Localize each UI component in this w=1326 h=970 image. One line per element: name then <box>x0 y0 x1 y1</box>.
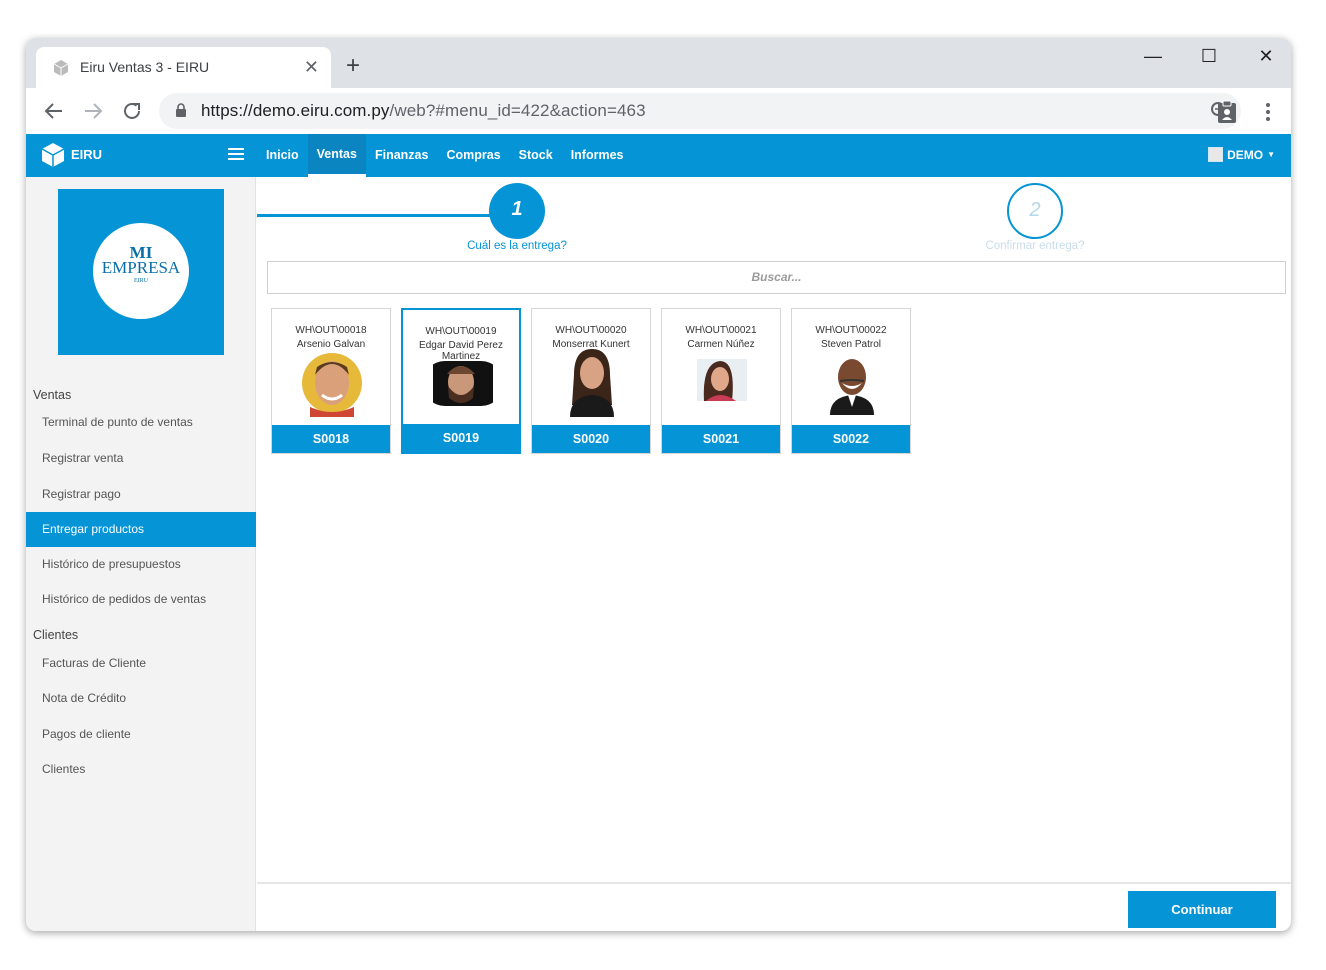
delivery-card[interactable]: WH\OUT\00018 Arsenio Galvan S0018 <box>271 308 391 454</box>
address-bar[interactable]: https://demo.eiru.com.py/web?#menu_id=42… <box>159 93 1241 129</box>
wizard-step-1[interactable]: 1 <box>489 183 545 239</box>
reload-icon[interactable] <box>120 99 144 123</box>
lock-icon <box>176 103 186 117</box>
browser-tab[interactable]: Eiru Ventas 3 - EIRU ✕ <box>36 47 331 88</box>
minimize-button[interactable]: — <box>1133 46 1173 66</box>
section-clientes-title: Clientes <box>33 628 79 642</box>
caret-down-icon: ▼ <box>1267 150 1275 159</box>
delivery-card[interactable]: WH\OUT\00020 Monserrat Kunert S0020 <box>531 308 651 454</box>
new-tab-button[interactable]: + <box>346 54 360 78</box>
wizard-progress-line <box>257 214 497 217</box>
nav-finanzas[interactable]: Finanzas <box>366 134 438 177</box>
tab-title: Eiru Ventas 3 - EIRU <box>80 59 210 75</box>
footer-divider <box>257 882 1291 884</box>
company-logo: MI EMPRESA EIRU <box>58 189 224 355</box>
card-order-number: S0022 <box>792 425 910 453</box>
browser-toolbar: https://demo.eiru.com.py/web?#menu_id=42… <box>26 88 1291 134</box>
hamburger-icon[interactable] <box>228 147 244 161</box>
avatar <box>1208 147 1224 162</box>
eiru-logo-icon <box>41 143 65 167</box>
partner-photo <box>433 361 493 406</box>
company-logo-line2: EMPRESA <box>101 258 181 277</box>
close-window-button[interactable]: ✕ <box>1246 46 1286 66</box>
company-logo-line3: EIRU <box>134 278 148 284</box>
url-text: https://demo.eiru.com.py/web?#menu_id=42… <box>201 101 646 120</box>
maximize-button[interactable]: ☐ <box>1189 46 1229 66</box>
sidebar-item-registrar-pago[interactable]: Registrar pago <box>26 477 256 512</box>
wizard-step-1-label: Cuál es la entrega? <box>467 240 567 252</box>
more-vert-icon[interactable] <box>1260 100 1276 124</box>
sidebar-item-historico-presupuestos[interactable]: Histórico de presupuestos <box>26 547 256 582</box>
nav-informes[interactable]: Informes <box>562 134 633 177</box>
partner-photo <box>302 353 362 417</box>
user-name: DEMO <box>1227 147 1264 162</box>
sidebar-item-terminal[interactable]: Terminal de punto de ventas <box>26 405 256 440</box>
card-order-number: S0021 <box>662 425 780 453</box>
back-arrow-icon[interactable] <box>42 99 66 123</box>
section-ventas-title: Ventas <box>33 388 72 402</box>
sidebar-item-registrar-venta[interactable]: Registrar venta <box>26 441 256 476</box>
card-ref: WH\OUT\00020 <box>555 325 627 336</box>
sidebar-item-clientes[interactable]: Clientes <box>26 752 256 787</box>
continue-button[interactable]: Continuar <box>1128 891 1276 928</box>
sidebar: MI EMPRESA EIRU Ventas Terminal de punto… <box>26 177 256 931</box>
wizard-step-2-label: Confirmar entrega? <box>985 240 1085 252</box>
partner-photo <box>830 359 874 415</box>
delivery-card[interactable]: WH\OUT\00019 Edgar David Perez Martinez … <box>401 308 521 454</box>
search-input[interactable]: Buscar... <box>267 261 1286 294</box>
nav-ventas[interactable]: Ventas <box>307 134 366 177</box>
brand-name: EIRU <box>71 147 103 162</box>
company-logo-circle: MI EMPRESA EIRU <box>93 223 189 319</box>
sidebar-item-facturas-cliente[interactable]: Facturas de Cliente <box>26 646 256 681</box>
tab-close-icon[interactable]: ✕ <box>304 57 319 77</box>
browser-window: Eiru Ventas 3 - EIRU ✕ + — ☐ ✕ https://d… <box>26 38 1291 931</box>
card-order-number: S0019 <box>403 424 519 452</box>
delivery-card[interactable]: WH\OUT\00022 Steven Patrol S0022 <box>791 308 911 454</box>
forward-arrow-icon[interactable] <box>81 99 105 123</box>
partner-photo <box>570 349 614 417</box>
sidebar-item-historico-pedidos[interactable]: Histórico de pedidos de ventas <box>26 582 256 617</box>
delivery-card[interactable]: WH\OUT\00021 Carmen Núñez S0021 <box>661 308 781 454</box>
app-header: EIRU Inicio Ventas Finanzas Compras Stoc… <box>26 134 1291 177</box>
tab-strip: Eiru Ventas 3 - EIRU ✕ + — ☐ ✕ <box>26 38 1291 88</box>
card-order-number: S0020 <box>532 425 650 453</box>
wizard-step-2[interactable]: 2 <box>1007 183 1063 239</box>
main-nav: Inicio Ventas Finanzas Compras Stock Inf… <box>257 134 633 177</box>
partner-photo <box>697 359 747 401</box>
sidebar-item-nota-credito[interactable]: Nota de Crédito <box>26 681 256 716</box>
card-ref: WH\OUT\00021 <box>685 325 757 336</box>
nav-compras[interactable]: Compras <box>437 134 509 177</box>
card-ref: WH\OUT\00019 <box>425 326 497 337</box>
card-ref: WH\OUT\00022 <box>815 325 887 336</box>
sidebar-item-entregar-productos[interactable]: Entregar productos <box>26 512 256 547</box>
user-menu[interactable]: DEMO ▼ <box>1208 147 1275 162</box>
nav-stock[interactable]: Stock <box>510 134 562 177</box>
sidebar-item-pagos-cliente[interactable]: Pagos de cliente <box>26 717 256 752</box>
nav-inicio[interactable]: Inicio <box>257 134 308 177</box>
clipboard-icon[interactable] <box>1216 100 1238 124</box>
card-ref: WH\OUT\00018 <box>295 325 367 336</box>
cube-icon <box>53 60 69 76</box>
card-order-number: S0018 <box>272 425 390 453</box>
delivery-cards: WH\OUT\00018 Arsenio Galvan S0018 WH\OUT… <box>271 308 911 454</box>
